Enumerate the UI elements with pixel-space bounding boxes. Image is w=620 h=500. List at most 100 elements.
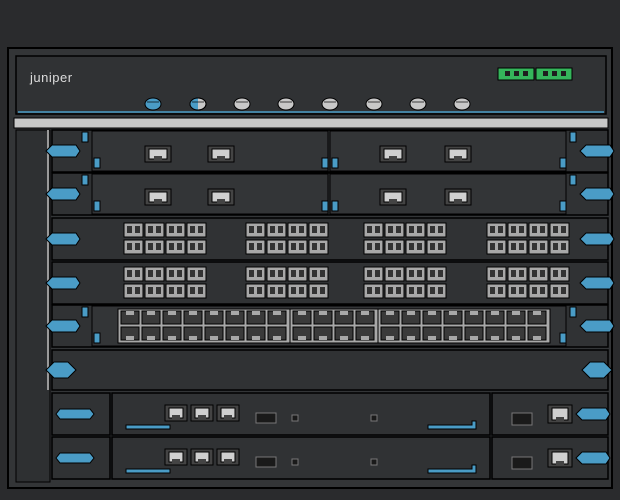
line-card-area — [45, 129, 615, 480]
sfp-port — [549, 239, 570, 255]
sfp-port — [549, 266, 570, 282]
status-led-6 — [365, 97, 383, 111]
left-rail — [15, 129, 51, 483]
re-handle-right-7[interactable] — [575, 407, 611, 421]
line-card-3 — [51, 217, 609, 261]
sfp-port — [308, 266, 329, 282]
brand-logo: juniper — [29, 70, 73, 85]
card-ejector-left-5[interactable] — [45, 319, 81, 333]
sfp-slot — [511, 456, 533, 470]
line-card-2 — [51, 172, 609, 216]
sfp-port — [363, 239, 384, 255]
led — [291, 414, 299, 422]
sfp-port — [528, 283, 549, 299]
re-handle-left-7[interactable] — [55, 408, 95, 420]
sfp-port — [165, 283, 186, 299]
sfp-port — [245, 283, 266, 299]
top-rail — [13, 117, 609, 129]
status-led-3 — [233, 97, 251, 111]
sfp-port — [549, 283, 570, 299]
card-ejector-left-1[interactable] — [45, 144, 81, 158]
card-ejector-left-2[interactable] — [45, 187, 81, 201]
sfp-port — [486, 239, 507, 255]
sfp-port — [144, 222, 165, 238]
led — [291, 458, 299, 466]
sfp-port — [363, 283, 384, 299]
sfp-port — [528, 222, 549, 238]
sfp-port — [405, 266, 426, 282]
sfp-port — [507, 283, 528, 299]
line-card-6 — [51, 349, 609, 391]
sfp-port — [486, 222, 507, 238]
sfp-port — [123, 222, 144, 238]
lever-left[interactable] — [125, 424, 171, 430]
sfp-port — [384, 222, 405, 238]
sfp-port — [486, 283, 507, 299]
sfp-port — [245, 222, 266, 238]
blank-panel — [51, 349, 609, 391]
craft-panel — [15, 55, 607, 115]
sfp-port — [165, 266, 186, 282]
sfp-port — [266, 222, 287, 238]
card-ejector-right-4[interactable] — [579, 276, 615, 290]
led — [370, 414, 378, 422]
sfp-port — [266, 266, 287, 282]
sfp-port — [266, 283, 287, 299]
usb-port — [255, 412, 277, 424]
sfp-port — [363, 266, 384, 282]
card-ejector-right-1[interactable] — [579, 144, 615, 158]
sfp-port — [507, 222, 528, 238]
sfp-port — [528, 266, 549, 282]
sfp-port — [144, 239, 165, 255]
status-led-5 — [321, 97, 339, 111]
sfp-port — [186, 239, 207, 255]
sfp-port — [245, 239, 266, 255]
sfp-port — [165, 239, 186, 255]
sfp-port — [363, 222, 384, 238]
sfp-port — [287, 222, 308, 238]
sfp-port — [405, 239, 426, 255]
status-led-1 — [144, 97, 162, 111]
sfp-port — [287, 239, 308, 255]
sfp-port — [144, 283, 165, 299]
sfp-port — [186, 266, 207, 282]
sfp-port — [308, 239, 329, 255]
sfp-port — [486, 266, 507, 282]
sfp-port — [426, 266, 447, 282]
sfp-port — [405, 222, 426, 238]
card-ejector-right-3[interactable] — [579, 232, 615, 246]
sfp-port — [549, 222, 570, 238]
usb-port — [255, 456, 277, 468]
sfp-port — [384, 239, 405, 255]
sfp-port — [384, 283, 405, 299]
sfp-port — [308, 222, 329, 238]
card-ejector-left-3[interactable] — [45, 232, 81, 246]
sfp-port — [287, 283, 308, 299]
chassis-illustration: juniper — [0, 0, 620, 500]
card-ejector-left-4[interactable] — [45, 276, 81, 290]
re-handle-left-8[interactable] — [55, 452, 95, 464]
sfp-port — [528, 239, 549, 255]
sfp-port — [245, 266, 266, 282]
sfp-port — [426, 222, 447, 238]
router-chassis: juniper — [0, 0, 620, 500]
line-card-5 — [51, 304, 609, 348]
sfp-port — [266, 239, 287, 255]
re-handle-right-8[interactable] — [575, 451, 611, 465]
sfp-port — [165, 222, 186, 238]
line-card-4 — [51, 261, 609, 305]
lever-left[interactable] — [125, 468, 171, 474]
led — [370, 458, 378, 466]
sfp-port — [186, 283, 207, 299]
status-led-4 — [277, 97, 295, 111]
sfp-port — [426, 239, 447, 255]
sfp-port — [426, 283, 447, 299]
sfp-port — [123, 266, 144, 282]
line-card-7 — [51, 392, 609, 436]
status-led-8 — [453, 97, 471, 111]
card-ejector-right-2[interactable] — [579, 187, 615, 201]
sfp-port — [507, 266, 528, 282]
card-ejector-right-5[interactable] — [579, 319, 615, 333]
sfp-port — [308, 283, 329, 299]
status-led-2 — [189, 97, 207, 111]
